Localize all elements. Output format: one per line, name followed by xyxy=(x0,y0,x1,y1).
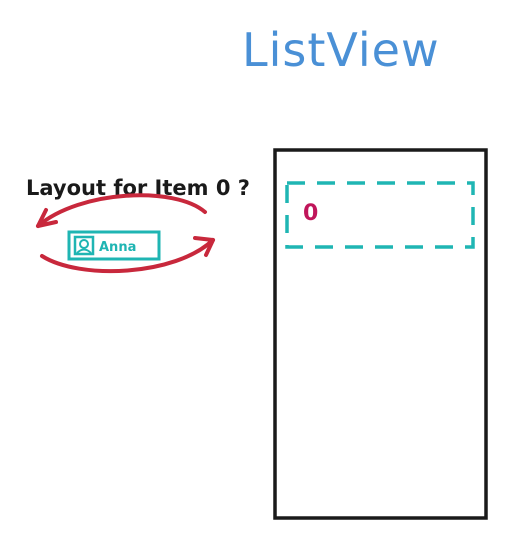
listview-title: ListView xyxy=(242,23,440,77)
item-layout-preview: Anna xyxy=(67,230,161,261)
item-0-index: 0 xyxy=(303,201,318,226)
diagram-canvas: ListView Layout for Item 0 ? Anna 0 xyxy=(26,23,488,520)
person-icon xyxy=(73,235,95,256)
layout-name-label: Anna xyxy=(99,240,136,255)
